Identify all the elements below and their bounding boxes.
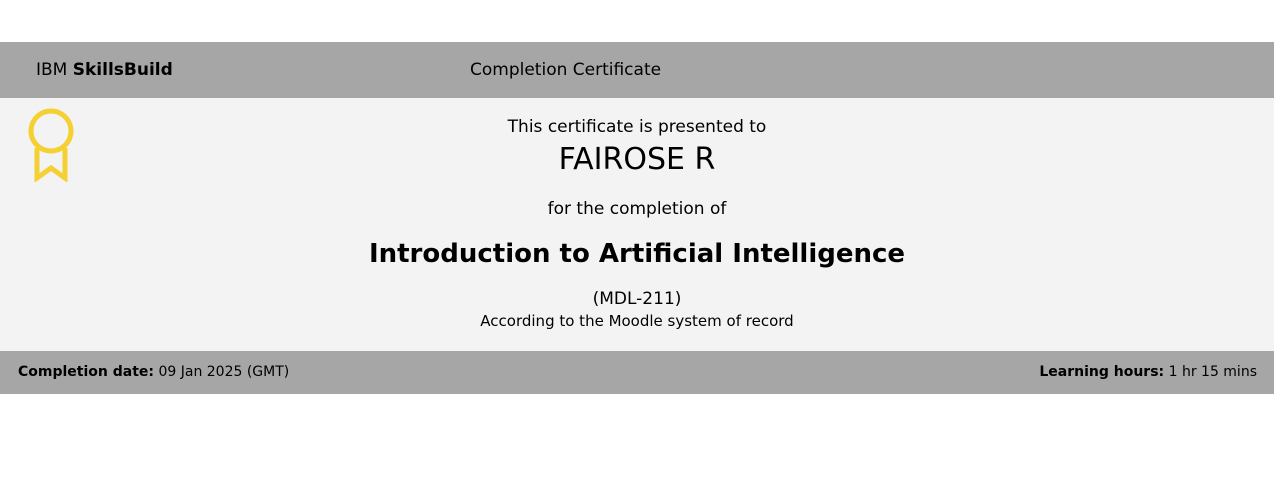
course-code: (MDL-211) (592, 289, 682, 309)
learning-hours-label: Learning hours: (1039, 364, 1165, 380)
brand-prefix: IBM (36, 60, 68, 80)
certificate-footer: Completion date: 09 Jan 2025 (GMT) Learn… (0, 351, 1274, 394)
brand-name: SkillsBuild (72, 60, 173, 80)
record-system-text: According to the Moodle system of record (480, 312, 794, 330)
learning-hours-value: 1 hr 15 mins (1168, 364, 1257, 380)
completion-date-label: Completion date: (18, 364, 155, 380)
certificate: IBM SkillsBuild Completion Certificate T… (0, 42, 1274, 394)
completion-date-value: 09 Jan 2025 (GMT) (158, 364, 290, 380)
certificate-body: This certificate is presented to FAIROSE… (0, 98, 1274, 351)
course-title: Introduction to Artificial Intelligence (368, 239, 906, 269)
certificate-header: IBM SkillsBuild Completion Certificate (0, 42, 1274, 98)
brand-logo: IBM SkillsBuild (36, 60, 173, 80)
learning-hours: Learning hours: 1 hr 15 mins (1039, 363, 1257, 381)
completion-date: Completion date: 09 Jan 2025 (GMT) (18, 363, 289, 381)
presented-to-text: This certificate is presented to (507, 117, 767, 137)
certificate-title: Completion Certificate (470, 60, 662, 80)
for-completion-text: for the completion of (547, 199, 727, 219)
recipient-name: FAIROSE R (558, 142, 716, 177)
